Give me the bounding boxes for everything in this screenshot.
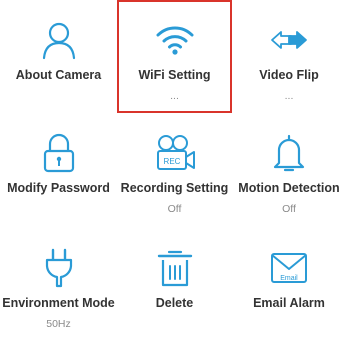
environment-mode-item[interactable]: Environment Mode 50Hz <box>0 228 117 340</box>
environment-mode-value: 50Hz <box>46 318 71 330</box>
modify-password-label: Modify Password <box>7 181 110 195</box>
motion-detection-value: Off <box>282 203 296 215</box>
user-icon <box>37 20 81 60</box>
settings-grid: About Camera WiFi Setting ... Video Flip… <box>0 0 346 340</box>
lock-icon <box>37 133 81 173</box>
wifi-setting-item[interactable]: WiFi Setting ... <box>117 0 232 113</box>
video-flip-item[interactable]: Video Flip ... <box>232 0 346 113</box>
wifi-icon <box>153 20 197 60</box>
about-camera-label: About Camera <box>15 68 102 82</box>
video-flip-value: ... <box>284 90 294 102</box>
flip-arrows-icon <box>267 20 311 60</box>
motion-detection-item[interactable]: Motion Detection Off <box>232 113 346 228</box>
video-flip-label: Video Flip <box>259 68 319 82</box>
modify-password-item[interactable]: Modify Password <box>0 113 117 228</box>
wifi-setting-label: WiFi Setting <box>138 68 211 82</box>
email-alarm-label: Email Alarm <box>253 296 325 310</box>
rec-camera-icon: REC <box>153 133 197 173</box>
bell-icon <box>267 133 311 173</box>
about-camera-item[interactable]: About Camera <box>0 0 117 113</box>
recording-setting-value: Off <box>167 203 182 215</box>
motion-detection-label: Motion Detection <box>238 181 340 195</box>
delete-label: Delete <box>155 296 194 310</box>
delete-item[interactable]: Delete <box>117 228 232 340</box>
email-icon: Email <box>267 248 311 288</box>
plug-icon <box>37 248 81 288</box>
recording-setting-label: Recording Setting <box>120 181 229 195</box>
trash-icon <box>153 248 197 288</box>
email-text: Email <box>280 275 298 282</box>
rec-label: REC <box>163 157 180 166</box>
email-alarm-item[interactable]: Email Email Alarm <box>232 228 346 340</box>
recording-setting-item[interactable]: REC Recording Setting Off <box>117 113 232 228</box>
environment-mode-label: Environment Mode <box>2 296 115 310</box>
wifi-setting-value: ... <box>170 90 179 102</box>
